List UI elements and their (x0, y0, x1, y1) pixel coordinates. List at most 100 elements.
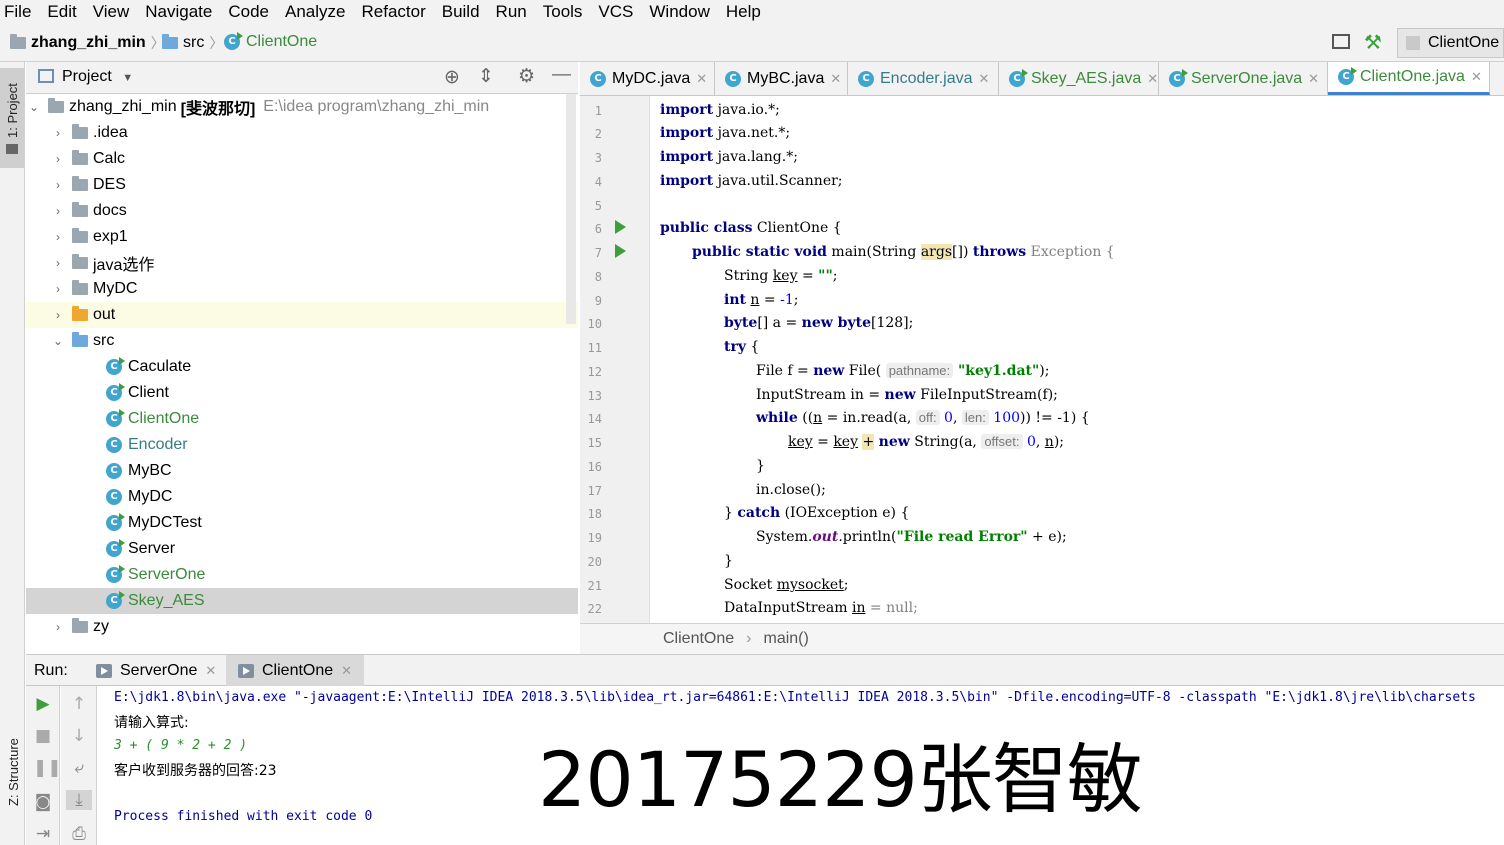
menu-tools[interactable]: Tools (543, 2, 583, 22)
java-class-icon: C (106, 357, 125, 375)
close-icon[interactable]: ✕ (1471, 69, 1482, 85)
line-number: 14 (587, 412, 602, 426)
chevron-right-icon: › (56, 126, 60, 140)
console-line-result: 客户收到服务器的回答:23 (114, 763, 277, 779)
run-tab-clientone[interactable]: ClientOne ✕ (226, 655, 365, 686)
line-number: 9 (594, 294, 602, 308)
tree-folder-label: out (93, 306, 116, 323)
layout-icon[interactable] (1332, 34, 1350, 49)
tree-folder[interactable]: › zy (26, 614, 578, 640)
line-number: 5 (594, 199, 602, 213)
close-icon[interactable]: ✕ (979, 71, 990, 87)
tree-scrollbar[interactable] (566, 94, 576, 324)
tree-file[interactable]: C Caculate (26, 354, 578, 380)
tree-file[interactable]: C Client (26, 380, 578, 406)
tree-folder[interactable]: › Calc (26, 146, 578, 172)
folder-icon (72, 280, 88, 295)
folder-icon (72, 618, 88, 633)
close-icon[interactable]: ✕ (205, 663, 216, 679)
tree-file-selected[interactable]: C Skey_AES (26, 588, 578, 614)
tree-file[interactable]: C ClientOne (26, 406, 578, 432)
tab-serverone[interactable]: C ServerOne.java ✕ (1159, 62, 1328, 95)
run-toolbar-primary: ▶ ■ ❚❚ ◙ ⇥ (26, 686, 62, 845)
soft-wrap-icon[interactable]: ⤶ (69, 758, 89, 778)
close-icon[interactable]: ✕ (830, 71, 841, 87)
run-tab-serverone[interactable]: ServerOne ✕ (84, 655, 228, 686)
tree-folder[interactable]: › DES (26, 172, 578, 198)
project-tool-button[interactable]: 1: Project (0, 68, 24, 168)
chevron-down-icon: ⌄ (52, 334, 64, 348)
menu-analyze[interactable]: Analyze (285, 2, 345, 22)
tree-file[interactable]: C MyBC (26, 458, 578, 484)
close-icon[interactable]: ✕ (341, 663, 352, 679)
tab-encoder[interactable]: C Encoder.java ✕ (848, 62, 999, 95)
breadcrumb-class[interactable]: ClientOne (663, 630, 734, 648)
menu-refactor[interactable]: Refactor (361, 2, 425, 22)
breadcrumb-file[interactable]: C ClientOne (224, 32, 317, 51)
tree-root[interactable]: ⌄ zhang_zhi_min [斐波那切] E:\idea program\z… (26, 94, 578, 120)
close-icon[interactable]: ✕ (1308, 71, 1319, 87)
menu-file[interactable]: File (4, 2, 31, 22)
tree-file[interactable]: C MyDC (26, 484, 578, 510)
breadcrumb-src[interactable]: src 〉 (162, 33, 228, 53)
menu-window[interactable]: Window (649, 2, 709, 22)
menu-code[interactable]: Code (228, 2, 269, 22)
code-line: Socket mysocket; (724, 577, 849, 593)
gear-icon[interactable]: ⚙ (518, 65, 535, 88)
menu-navigate[interactable]: Navigate (145, 2, 212, 22)
tab-clientone[interactable]: C ClientOne.java ✕ (1328, 62, 1490, 95)
code-editor[interactable]: import java.io.*; import java.net.*; imp… (651, 96, 1504, 623)
breadcrumb-project-label: zhang_zhi_min (31, 34, 146, 51)
stop-icon[interactable]: ■ (33, 726, 53, 746)
menu-help[interactable]: Help (726, 2, 761, 22)
tab-skey-aes[interactable]: C Skey_AES.java ✕ (999, 62, 1159, 95)
tree-file-label: Server (128, 540, 176, 557)
arrow-up-icon[interactable]: ↑ (69, 694, 89, 714)
menu-view[interactable]: View (93, 2, 130, 22)
tree-folder[interactable]: › .idea (26, 120, 578, 146)
chevron-down-icon: ▼ (122, 72, 134, 84)
minimize-icon[interactable]: — (552, 64, 571, 86)
breadcrumb-project[interactable]: zhang_zhi_min 〉 (10, 33, 170, 53)
tree-folder[interactable]: › java选作 (26, 250, 578, 276)
java-class-icon: C (106, 409, 125, 427)
menu-vcs[interactable]: VCS (598, 2, 633, 22)
tree-file[interactable]: C Server (26, 536, 578, 562)
tree-folder-label: MyDC (93, 280, 138, 297)
tree-folder-out[interactable]: › out (26, 302, 578, 328)
menu-build[interactable]: Build (442, 2, 480, 22)
tree-file[interactable]: C MyDCTest (26, 510, 578, 536)
breadcrumb-method[interactable]: main() (763, 630, 808, 648)
arrow-down-icon[interactable]: ↓ (69, 726, 89, 746)
run-config-icon (238, 663, 254, 678)
tree-folder[interactable]: › exp1 (26, 224, 578, 250)
tree-folder[interactable]: › docs (26, 198, 578, 224)
run-gutter-icon[interactable] (615, 244, 626, 258)
rerun-icon[interactable]: ▶ (33, 694, 53, 714)
exit-icon[interactable]: ⇥ (33, 824, 53, 844)
console-line-input: 3 + ( 9 * 2 + 2 ) (114, 738, 248, 753)
pause-icon[interactable]: ❚❚ (33, 758, 62, 778)
tab-mydc[interactable]: C MyDC.java ✕ (580, 62, 715, 95)
chevron-down-icon: ⌄ (28, 100, 40, 114)
tab-label: MyDC.java (612, 69, 691, 87)
tree-file[interactable]: C ServerOne (26, 562, 578, 588)
scroll-to-end-icon[interactable]: ⤓ (66, 790, 92, 810)
tab-mybc[interactable]: C MyBC.java ✕ (715, 62, 848, 95)
menu-edit[interactable]: Edit (47, 2, 76, 22)
run-config-selector[interactable]: ClientOne (1397, 28, 1504, 58)
collapse-all-icon[interactable]: ⇕ (478, 65, 494, 88)
tree-folder-src[interactable]: ⌄ src (26, 328, 578, 354)
locate-icon[interactable]: ⊕ (444, 66, 460, 89)
menu-run[interactable]: Run (496, 2, 527, 22)
structure-tool-button[interactable]: Z: Structure (2, 690, 24, 840)
tree-folder[interactable]: › MyDC (26, 276, 578, 302)
tree-file[interactable]: C Encoder (26, 432, 578, 458)
project-view-selector[interactable]: Project ▼ (62, 68, 133, 86)
close-icon[interactable]: ✕ (1147, 71, 1158, 87)
close-icon[interactable]: ✕ (696, 71, 707, 87)
camera-icon[interactable]: ◙ (33, 792, 53, 812)
print-icon[interactable]: ⎙ (69, 824, 89, 844)
run-gutter-icon[interactable] (615, 220, 626, 234)
hammer-icon[interactable]: ⚒ (1364, 30, 1382, 55)
